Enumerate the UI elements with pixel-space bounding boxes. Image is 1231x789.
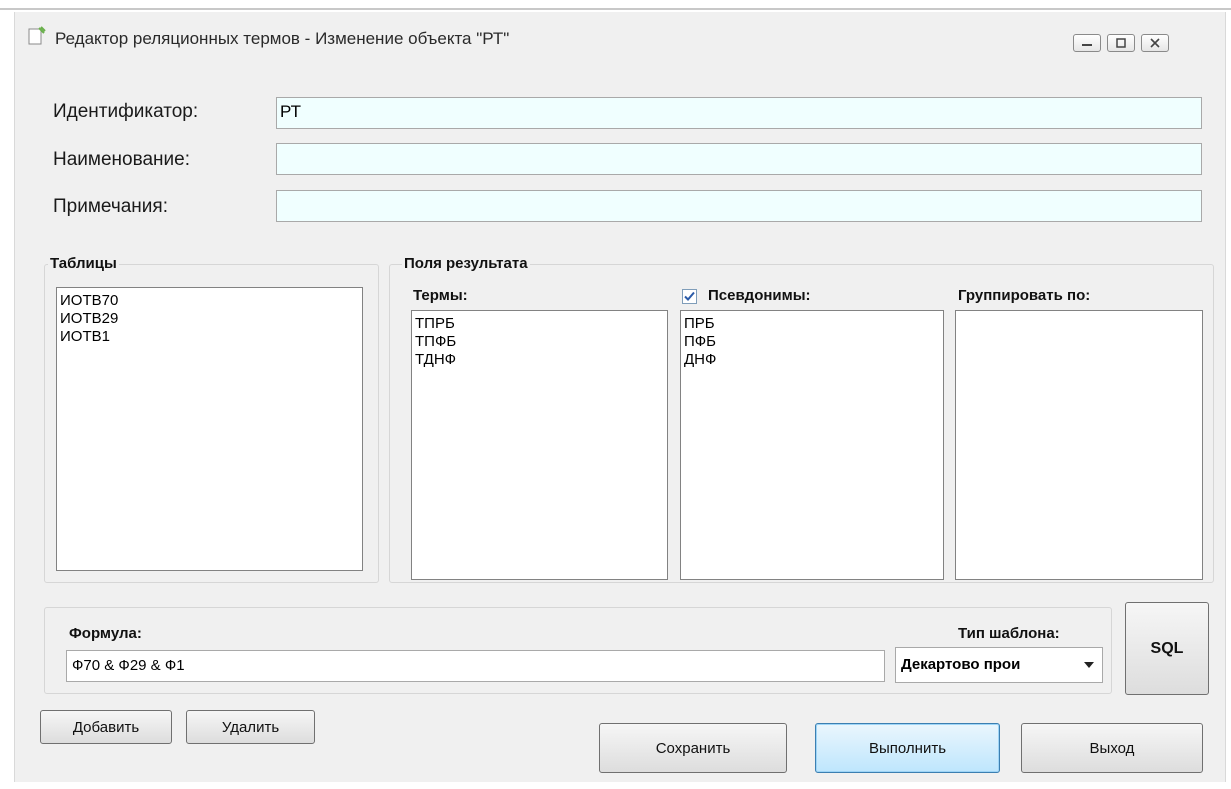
close-button[interactable] xyxy=(1141,34,1169,52)
dropdown-arrow-icon[interactable] xyxy=(1084,662,1094,668)
tables-group-label: Таблицы xyxy=(48,255,119,272)
save-button[interactable]: Сохранить xyxy=(599,723,787,773)
list-item[interactable]: ПРБ xyxy=(684,315,940,333)
exit-button[interactable]: Выход xyxy=(1021,723,1203,773)
checkmark-icon xyxy=(684,291,695,301)
minimize-button[interactable] xyxy=(1073,34,1101,52)
terms-listbox[interactable]: ТПРБ ТПФБ ТДНФ xyxy=(411,310,668,580)
tables-listbox[interactable]: ИОТВ70 ИОТВ29 ИОТВ1 xyxy=(56,287,363,571)
add-button[interactable]: Добавить xyxy=(40,710,172,744)
minimize-icon xyxy=(1082,44,1092,46)
aliases-label: Псевдонимы: xyxy=(708,287,811,304)
terms-label: Термы: xyxy=(413,287,468,304)
aliases-checkbox[interactable] xyxy=(682,289,697,304)
template-type-value: Декартово прои xyxy=(901,656,1021,673)
name-label: Наименование: xyxy=(53,149,190,170)
list-item[interactable]: ИОТВ29 xyxy=(60,310,359,328)
restore-button[interactable] xyxy=(1107,34,1135,52)
identifier-field[interactable]: РТ xyxy=(276,97,1202,129)
list-item[interactable]: ИОТВ70 xyxy=(60,292,359,310)
group-by-listbox[interactable] xyxy=(955,310,1203,580)
formula-input[interactable]: Ф70 & Ф29 & Ф1 xyxy=(66,650,885,682)
relational-term-editor-window: Редактор реляционных термов - Изменение … xyxy=(14,12,1226,782)
title-bar: Редактор реляционных термов - Изменение … xyxy=(15,12,1225,62)
list-item[interactable]: ТПРБ xyxy=(415,315,664,333)
list-item[interactable]: ТПФБ xyxy=(415,333,664,351)
formula-label: Формула: xyxy=(69,625,142,642)
result-fields-group-label: Поля результата xyxy=(402,255,530,272)
group-by-label: Группировать по: xyxy=(958,287,1091,304)
sql-button[interactable]: SQL xyxy=(1125,602,1209,695)
close-icon xyxy=(1150,38,1160,48)
name-field[interactable] xyxy=(276,143,1202,175)
template-type-select[interactable]: Декартово прои xyxy=(895,647,1103,683)
list-item[interactable]: ДНФ xyxy=(684,351,940,369)
list-item[interactable]: ПФБ xyxy=(684,333,940,351)
notes-field[interactable] xyxy=(276,190,1202,222)
form-edit-icon xyxy=(27,26,47,46)
list-item[interactable]: ТДНФ xyxy=(415,351,664,369)
window-title: Редактор реляционных термов - Изменение … xyxy=(55,29,510,48)
list-item[interactable]: ИОТВ1 xyxy=(60,328,359,346)
execute-button[interactable]: Выполнить xyxy=(815,723,1000,773)
identifier-label: Идентификатор: xyxy=(53,101,199,122)
notes-label: Примечания: xyxy=(53,196,168,217)
restore-icon xyxy=(1116,38,1126,48)
aliases-listbox[interactable]: ПРБ ПФБ ДНФ xyxy=(680,310,944,580)
template-type-label: Тип шаблона: xyxy=(958,625,1060,642)
delete-button[interactable]: Удалить xyxy=(186,710,315,744)
screen-top-edge xyxy=(0,0,1231,10)
